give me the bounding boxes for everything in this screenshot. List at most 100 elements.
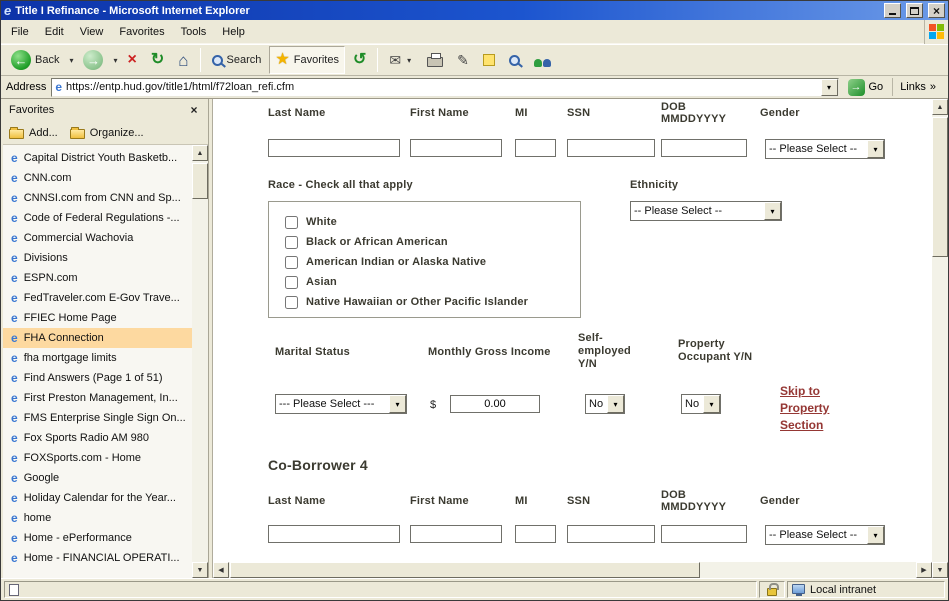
horizontal-scrollbar[interactable]: ◀ ▶ [213,562,932,578]
favorites-item[interactable]: eCNNSI.com from CNN and Sp... [3,188,192,208]
scroll-up-button[interactable]: ▲ [192,145,208,161]
marital-status-select[interactable]: --- Please Select --- ▾ [275,394,407,414]
dropdown-arrow-icon[interactable]: ▾ [764,202,781,220]
ie-favicon: e [11,472,18,484]
back-dropdown-button[interactable]: ▾ [67,56,75,65]
scroll-track[interactable] [192,161,208,562]
dropdown-arrow-icon[interactable]: ▾ [867,140,884,158]
coborrower-first-name-input[interactable] [410,525,502,543]
favorites-item[interactable]: efha mortgage limits [3,348,192,368]
scroll-thumb[interactable] [192,163,208,199]
last-name-input[interactable] [268,139,400,157]
close-button[interactable]: × [928,3,945,18]
coborrower-gender-select[interactable]: -- Please Select -- ▾ [765,525,885,545]
favorites-item[interactable]: eHoliday Calendar for the Year... [3,488,192,508]
links-button[interactable]: Links » [892,78,943,96]
menu-tools[interactable]: Tools [173,22,215,42]
scroll-down-button[interactable]: ▼ [932,562,948,578]
ethnicity-select[interactable]: -- Please Select -- ▾ [630,201,782,221]
race-checkbox-asian[interactable] [285,276,298,289]
favorites-item-fha-connection[interactable]: eFHA Connection [3,328,192,348]
back-icon: ← [11,50,31,70]
coborrower-dob-input[interactable] [661,525,747,543]
race-checkbox-pacific-islander[interactable] [285,296,298,309]
race-checkbox-white[interactable] [285,216,298,229]
dropdown-arrow-icon[interactable]: ▾ [607,395,624,413]
favorites-panel-close-button[interactable]: × [186,103,202,118]
coborrower-ssn-input[interactable] [567,525,655,543]
menu-edit[interactable]: Edit [37,22,72,42]
coborrower-mi-input[interactable] [515,525,556,543]
favorites-item[interactable]: eHome - ePerformance [3,528,192,548]
forward-button[interactable]: → [77,46,109,74]
scroll-thumb[interactable] [230,562,700,578]
dropdown-arrow-icon[interactable]: ▾ [703,395,720,413]
organize-favorites-button[interactable]: Organize... [70,126,144,139]
favorites-item[interactable]: eCommercial Wachovia [3,228,192,248]
home-button[interactable]: ⌂ [172,46,194,74]
first-name-input[interactable] [410,139,502,157]
race-checkbox-american-indian[interactable] [285,256,298,269]
mi-input[interactable] [515,139,556,157]
race-checkbox-black[interactable] [285,236,298,249]
favorites-button[interactable]: ★ Favorites [269,46,345,74]
dropdown-arrow-icon[interactable]: ▾ [389,395,406,413]
favorites-item[interactable]: eDivisions [3,248,192,268]
vertical-scrollbar[interactable]: ▲ ▼ [932,99,948,578]
favorites-item[interactable]: eFFIEC Home Page [3,308,192,328]
add-favorite-button[interactable]: Add... [9,126,58,139]
scroll-track[interactable] [932,115,948,562]
menu-favorites[interactable]: Favorites [111,22,172,42]
back-button[interactable]: ← Back [5,46,65,74]
favorites-item[interactable]: eFMS Enterprise Single Sign On... [3,408,192,428]
race-option: Asian [285,272,580,292]
scroll-track[interactable] [229,562,916,578]
scroll-thumb[interactable] [932,117,948,257]
forward-dropdown-button[interactable]: ▾ [111,56,119,65]
favorites-item[interactable]: eGoogle [3,468,192,488]
print-button[interactable] [421,46,449,74]
scroll-up-button[interactable]: ▲ [932,99,948,115]
go-button[interactable]: → Go [844,79,888,96]
menu-help[interactable]: Help [214,22,253,42]
search-button[interactable]: Search [206,46,268,74]
messenger-button[interactable] [528,46,557,74]
dob-input[interactable] [661,139,747,157]
favorites-item[interactable]: eCode of Federal Regulations -... [3,208,192,228]
favorites-item[interactable]: eCapital District Youth Basketb... [3,148,192,168]
favorites-item[interactable]: eCNN.com [3,168,192,188]
minimize-button[interactable] [884,3,901,18]
property-occupant-select[interactable]: No ▾ [681,394,721,414]
edit-button[interactable]: ✎ [451,46,475,74]
address-input[interactable]: e https://entp.hud.gov/title1/html/f72lo… [51,78,838,97]
refresh-button[interactable]: ↻ [145,46,170,74]
address-dropdown-button[interactable]: ▾ [821,79,838,96]
favorites-item[interactable]: eHome - FINANCIAL OPERATI... [3,548,192,568]
monthly-gross-income-input[interactable] [450,395,540,413]
scroll-right-button[interactable]: ▶ [916,562,932,578]
menu-view[interactable]: View [72,22,112,42]
ssn-input[interactable] [567,139,655,157]
history-button[interactable]: ↺ [347,46,372,74]
favorites-scrollbar[interactable]: ▲ ▼ [192,145,208,578]
favorites-item[interactable]: eFox Sports Radio AM 980 [3,428,192,448]
skip-to-property-section-link[interactable]: Skip to Property Section [780,383,829,434]
favorites-item[interactable]: eFind Answers (Page 1 of 51) [3,368,192,388]
favorites-item[interactable]: eFedTraveler.com E-Gov Trave... [3,288,192,308]
favorites-item[interactable]: eFOXSports.com - Home [3,448,192,468]
discuss-button[interactable] [477,46,501,74]
scroll-down-button[interactable]: ▼ [192,562,208,578]
research-button[interactable] [503,46,526,74]
menu-file[interactable]: File [3,22,37,42]
scroll-left-button[interactable]: ◀ [213,562,229,578]
gender-select[interactable]: -- Please Select -- ▾ [765,139,885,159]
mail-button[interactable]: ✉ ▾ [383,46,419,74]
favorites-item[interactable]: ehome [3,508,192,528]
coborrower-last-name-input[interactable] [268,525,400,543]
dropdown-arrow-icon[interactable]: ▾ [867,526,884,544]
self-employed-select[interactable]: No ▾ [585,394,625,414]
stop-button[interactable]: × [122,46,143,74]
favorites-item[interactable]: eESPN.com [3,268,192,288]
maximize-button[interactable] [906,3,923,18]
favorites-item[interactable]: eFirst Preston Management, In... [3,388,192,408]
